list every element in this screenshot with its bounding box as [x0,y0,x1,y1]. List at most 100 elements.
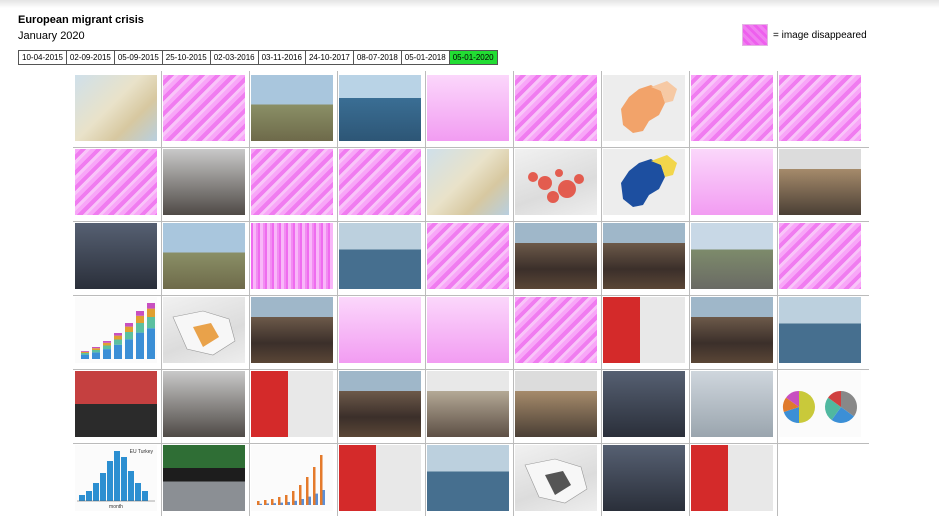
map-bubble [558,180,576,198]
bar-segment [81,353,89,355]
bar-segment [103,341,111,343]
map-region [621,159,665,207]
tab-10-04-2015[interactable]: 10-04-2015 [18,50,67,65]
thumbnail-station-crowd[interactable] [163,371,245,437]
thumbnail-tent-crowd[interactable] [427,371,509,437]
thumbnail-disappeared[interactable] [691,75,773,141]
thumbnail-bar-chart[interactable] [75,297,157,363]
thumbnail-line-chart[interactable] [251,445,333,511]
grid-divider-horizontal [73,369,869,370]
thumbnail-crowd-protest[interactable] [339,371,421,437]
chart-bar-blue [287,502,290,505]
tab-03-11-2016[interactable]: 03-11-2016 [257,50,306,65]
thumbnail-disappeared-map[interactable] [339,297,421,363]
thumbnail-disappeared[interactable] [515,75,597,141]
histogram-note: EU Turkey [129,449,153,455]
thumbnail-europe-map[interactable] [603,75,685,141]
thumbnail-disappeared[interactable] [75,149,157,215]
thumbnail-sea-boat[interactable] [339,223,421,289]
legend: = image disappeared [742,24,867,46]
bar-segment [103,342,111,346]
bar-segment [114,333,122,336]
histogram-bar [100,473,106,501]
bar-segment [81,351,89,352]
tab-25-10-2015[interactable]: 25-10-2015 [161,50,211,65]
thumbnail-eu-blue-map[interactable] [603,149,685,215]
histogram-bar [128,471,134,501]
tab-05-01-2018[interactable]: 05-01-2018 [400,50,450,65]
tab-05-01-2020[interactable]: 05-01-2020 [448,50,498,65]
thumbnail-disappeared-sign[interactable] [251,223,333,289]
thumbnail-train-police[interactable] [163,445,245,511]
map-bubble [555,169,563,177]
chart-bar-orange [299,485,302,505]
image-grid: month EU Turkey [73,71,869,516]
thumbnail-crowd-protest[interactable] [691,297,773,363]
thumbnail-night-crowd[interactable] [603,445,685,511]
thumbnail-middle-east-map[interactable] [163,297,245,363]
bar-segment [92,348,100,350]
thumbnail-fence-photo[interactable] [251,75,333,141]
histogram-bar [107,461,113,501]
grid-divider-horizontal [73,295,869,296]
thumbnail-disappeared[interactable] [779,75,861,141]
thumbnail-speaker-portrait[interactable] [603,371,685,437]
thumbnail-disappeared-map[interactable] [427,297,509,363]
thumbnail-map-greece-turkey[interactable] [427,149,509,215]
thumbnail-crowd-protest[interactable] [515,223,597,289]
thumbnail-gray-sea[interactable] [691,371,773,437]
thumbnail-europe-bubble-map[interactable] [515,149,597,215]
thumbnail-disappeared[interactable] [251,149,333,215]
thumbnail-fence-photo[interactable] [163,223,245,289]
chart-bar-orange [292,491,295,505]
map-bubble [574,174,584,184]
tab-02-09-2015[interactable]: 02-09-2015 [65,50,115,65]
thumbnail-disappeared[interactable] [779,223,861,289]
thumbnail-red-crowd[interactable] [75,371,157,437]
thumbnail-histogram[interactable]: month EU Turkey [75,445,157,511]
grid-divider-vertical [689,71,690,516]
thumbnail-map-aegean[interactable] [75,75,157,141]
thumbnail-disappeared[interactable] [163,75,245,141]
bar-segment [125,339,133,359]
thumbnail-station-crowd[interactable] [163,149,245,215]
thumbnail-pie-charts[interactable] [779,371,861,437]
thumbnail-politician-portrait[interactable] [339,445,421,511]
thumbnail-disappeared[interactable] [427,223,509,289]
thumbnail-camp-crowd[interactable] [779,149,861,215]
legend-label: = image disappeared [773,29,867,41]
thumbnail-road-crowd[interactable] [691,223,773,289]
thumbnail-crowd-protest[interactable] [603,223,685,289]
thumbnail-boat-crowd[interactable] [339,75,421,141]
bar-segment [125,323,133,327]
thumbnail-politician-portrait[interactable] [691,445,773,511]
thumbnail-disappeared-map[interactable] [691,149,773,215]
thumbnail-crowd-protest[interactable] [251,297,333,363]
bar-segment [103,345,111,350]
map-bubble [538,176,552,190]
thumbnail-sea-boat[interactable] [427,445,509,511]
tab-08-07-2018[interactable]: 08-07-2018 [352,50,402,65]
thumbnail-flag-protest[interactable] [603,297,685,363]
grid-divider-vertical [337,71,338,516]
bar-segment [81,354,89,359]
tab-05-09-2015[interactable]: 05-09-2015 [113,50,163,65]
thumbnail-disappeared-map[interactable] [427,75,509,141]
thumbnail-disappeared[interactable] [515,297,597,363]
thumbnail-night-crowd[interactable] [75,223,157,289]
chart-bar-blue [259,503,262,505]
thumbnail-sea-boat[interactable] [779,297,861,363]
thumbnail-flag-protest[interactable] [251,371,333,437]
chart-bar-blue [315,493,318,505]
bar-segment [92,350,100,353]
chart-bar-blue [273,503,276,505]
tab-24-10-2017[interactable]: 24-10-2017 [304,50,354,65]
thumbnail-gray-map[interactable] [515,445,597,511]
histogram-bar [142,491,148,501]
thumbnail-camp-crowd[interactable] [515,371,597,437]
bar-segment [92,352,100,359]
thumbnail-disappeared[interactable] [339,149,421,215]
tab-02-03-2016[interactable]: 02-03-2016 [209,50,259,65]
grid-divider-vertical [161,71,162,516]
window-top-shadow [0,0,939,8]
